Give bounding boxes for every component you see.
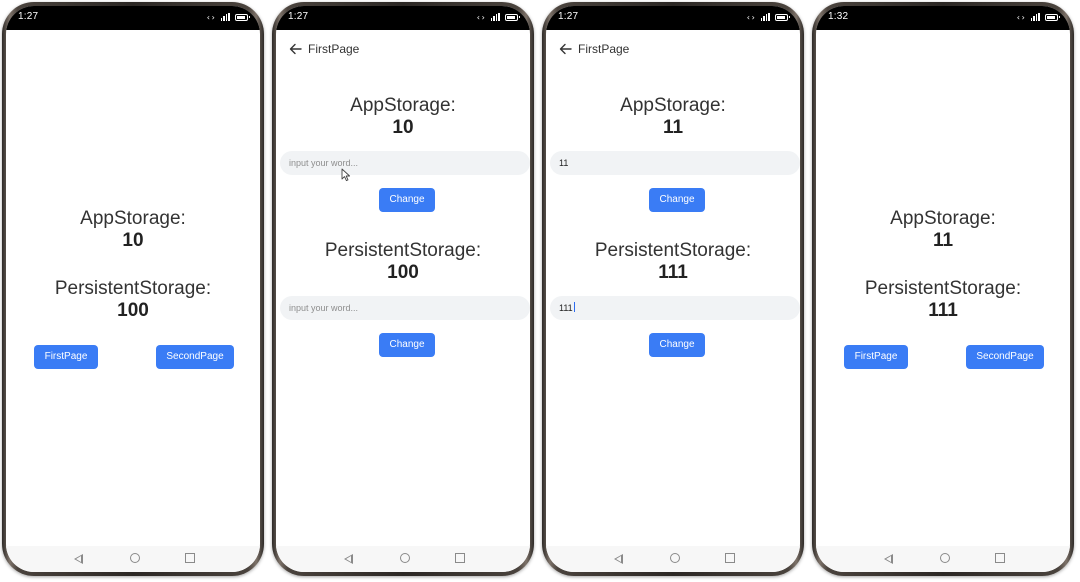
second-page-button[interactable]: SecondPage	[156, 345, 234, 369]
navigation-bar: FirstPage	[546, 30, 800, 68]
back-arrow-icon[interactable]	[556, 39, 576, 59]
text-caret	[573, 302, 575, 312]
signal-icon	[220, 13, 230, 21]
app-storage-value: 10	[122, 230, 144, 251]
persistent-storage-label: PersistentStorage:	[324, 240, 482, 261]
signal-icon	[1030, 13, 1040, 21]
persistent-storage-block: PersistentStorage: 100	[6, 278, 260, 322]
developer-mode-icon: ‹›	[1015, 12, 1026, 22]
nav-home-icon[interactable]	[400, 553, 410, 563]
developer-mode-icon: ‹›	[745, 12, 756, 22]
nav-recent-apps-icon[interactable]	[995, 553, 1005, 563]
persistent-storage-input[interactable]: input your word...	[280, 296, 530, 320]
screen-home: 1:27 ‹› AppStorage: 10 PersistentStorage…	[6, 6, 260, 572]
nav-back-icon[interactable]	[884, 554, 893, 564]
app-storage-label: AppStorage:	[80, 208, 186, 229]
nav-home-icon[interactable]	[940, 553, 950, 563]
battery-icon	[505, 13, 520, 21]
app-storage-input[interactable]: 11	[550, 151, 800, 175]
nav-back-icon[interactable]	[344, 554, 353, 564]
first-page-button[interactable]: FirstPage	[844, 345, 908, 369]
persistent-storage-input-value: 111	[559, 303, 573, 313]
persistent-storage-change-button[interactable]: Change	[649, 333, 705, 357]
app-storage-label: AppStorage:	[620, 95, 726, 116]
screen-firstpage-updated: 1:27 ‹› FirstPage AppStorage: 11 11 Chan…	[546, 6, 800, 572]
app-storage-value: 11	[932, 230, 954, 251]
phone-frame-firstpage-updated: 1:27 ‹› FirstPage AppStorage: 11 11 Chan…	[542, 2, 804, 576]
signal-icon	[490, 13, 500, 21]
nav-home-icon[interactable]	[670, 553, 680, 563]
mouse-pointer-icon	[341, 168, 351, 182]
app-storage-block: AppStorage: 11	[816, 208, 1070, 252]
app-storage-label: AppStorage:	[350, 95, 456, 116]
nav-recent-apps-icon[interactable]	[185, 553, 195, 563]
first-page-button[interactable]: FirstPage	[34, 345, 98, 369]
status-icons: ‹›	[205, 11, 250, 23]
signal-icon	[760, 13, 770, 21]
status-bar: 1:32 ‹›	[816, 6, 1070, 30]
screen-home-after: 1:32 ‹› AppStorage: 11 PersistentStorage…	[816, 6, 1070, 572]
nav-back-icon[interactable]	[614, 554, 623, 564]
developer-mode-icon: ‹›	[205, 12, 216, 22]
status-time: 1:27	[18, 11, 39, 22]
app-storage-label: AppStorage:	[890, 208, 996, 229]
battery-icon	[775, 13, 790, 21]
status-bar: 1:27 ‹›	[6, 6, 260, 30]
app-storage-value: 10	[392, 117, 414, 138]
persistent-storage-value: 100	[387, 262, 419, 283]
status-icons: ‹›	[475, 11, 520, 23]
nav-recent-apps-icon[interactable]	[455, 553, 465, 563]
status-icons: ‹›	[1015, 11, 1060, 23]
developer-mode-icon: ‹›	[475, 12, 486, 22]
persistent-storage-block: PersistentStorage: 111	[546, 240, 800, 284]
phone-frame-home: 1:27 ‹› AppStorage: 10 PersistentStorage…	[2, 2, 264, 576]
app-storage-block: AppStorage: 10	[276, 95, 530, 139]
page-title: FirstPage	[578, 42, 630, 56]
status-time: 1:27	[288, 11, 309, 22]
phone-frame-home-after: 1:32 ‹› AppStorage: 11 PersistentStorage…	[812, 2, 1074, 576]
page-title: FirstPage	[308, 42, 360, 56]
persistent-storage-value: 111	[658, 262, 688, 283]
app-storage-change-button[interactable]: Change	[379, 188, 435, 212]
persistent-storage-label: PersistentStorage:	[594, 240, 752, 261]
persistent-storage-label: PersistentStorage:	[864, 278, 1022, 299]
gesture-nav-bar	[276, 546, 530, 572]
nav-back-icon[interactable]	[74, 554, 83, 564]
battery-icon	[1045, 13, 1060, 21]
nav-recent-apps-icon[interactable]	[725, 553, 735, 563]
screen-firstpage-initial: 1:27 ‹› FirstPage AppStorage: 10 input y…	[276, 6, 530, 572]
app-storage-value: 11	[662, 117, 684, 138]
status-time: 1:32	[828, 11, 849, 22]
status-icons: ‹›	[745, 11, 790, 23]
status-time: 1:27	[558, 11, 579, 22]
persistent-storage-block: PersistentStorage: 100	[276, 240, 530, 284]
battery-icon	[235, 13, 250, 21]
status-bar: 1:27 ‹›	[546, 6, 800, 30]
persistent-storage-label: PersistentStorage:	[54, 278, 212, 299]
persistent-storage-change-button[interactable]: Change	[379, 333, 435, 357]
app-storage-change-button[interactable]: Change	[649, 188, 705, 212]
app-storage-input[interactable]: input your word...	[280, 151, 530, 175]
app-storage-block: AppStorage: 10	[6, 208, 260, 252]
persistent-storage-block: PersistentStorage: 111	[816, 278, 1070, 322]
back-arrow-icon[interactable]	[286, 39, 306, 59]
second-page-button[interactable]: SecondPage	[966, 345, 1044, 369]
gesture-nav-bar	[546, 546, 800, 572]
nav-home-icon[interactable]	[130, 553, 140, 563]
persistent-storage-value: 100	[117, 300, 149, 321]
persistent-storage-input[interactable]: 111	[550, 296, 800, 320]
gesture-nav-bar	[816, 546, 1070, 572]
persistent-storage-value: 111	[928, 300, 958, 321]
phone-frame-firstpage-initial: 1:27 ‹› FirstPage AppStorage: 10 input y…	[272, 2, 534, 576]
status-bar: 1:27 ‹›	[276, 6, 530, 30]
gesture-nav-bar	[6, 546, 260, 572]
app-storage-block: AppStorage: 11	[546, 95, 800, 139]
navigation-bar: FirstPage	[276, 30, 530, 68]
